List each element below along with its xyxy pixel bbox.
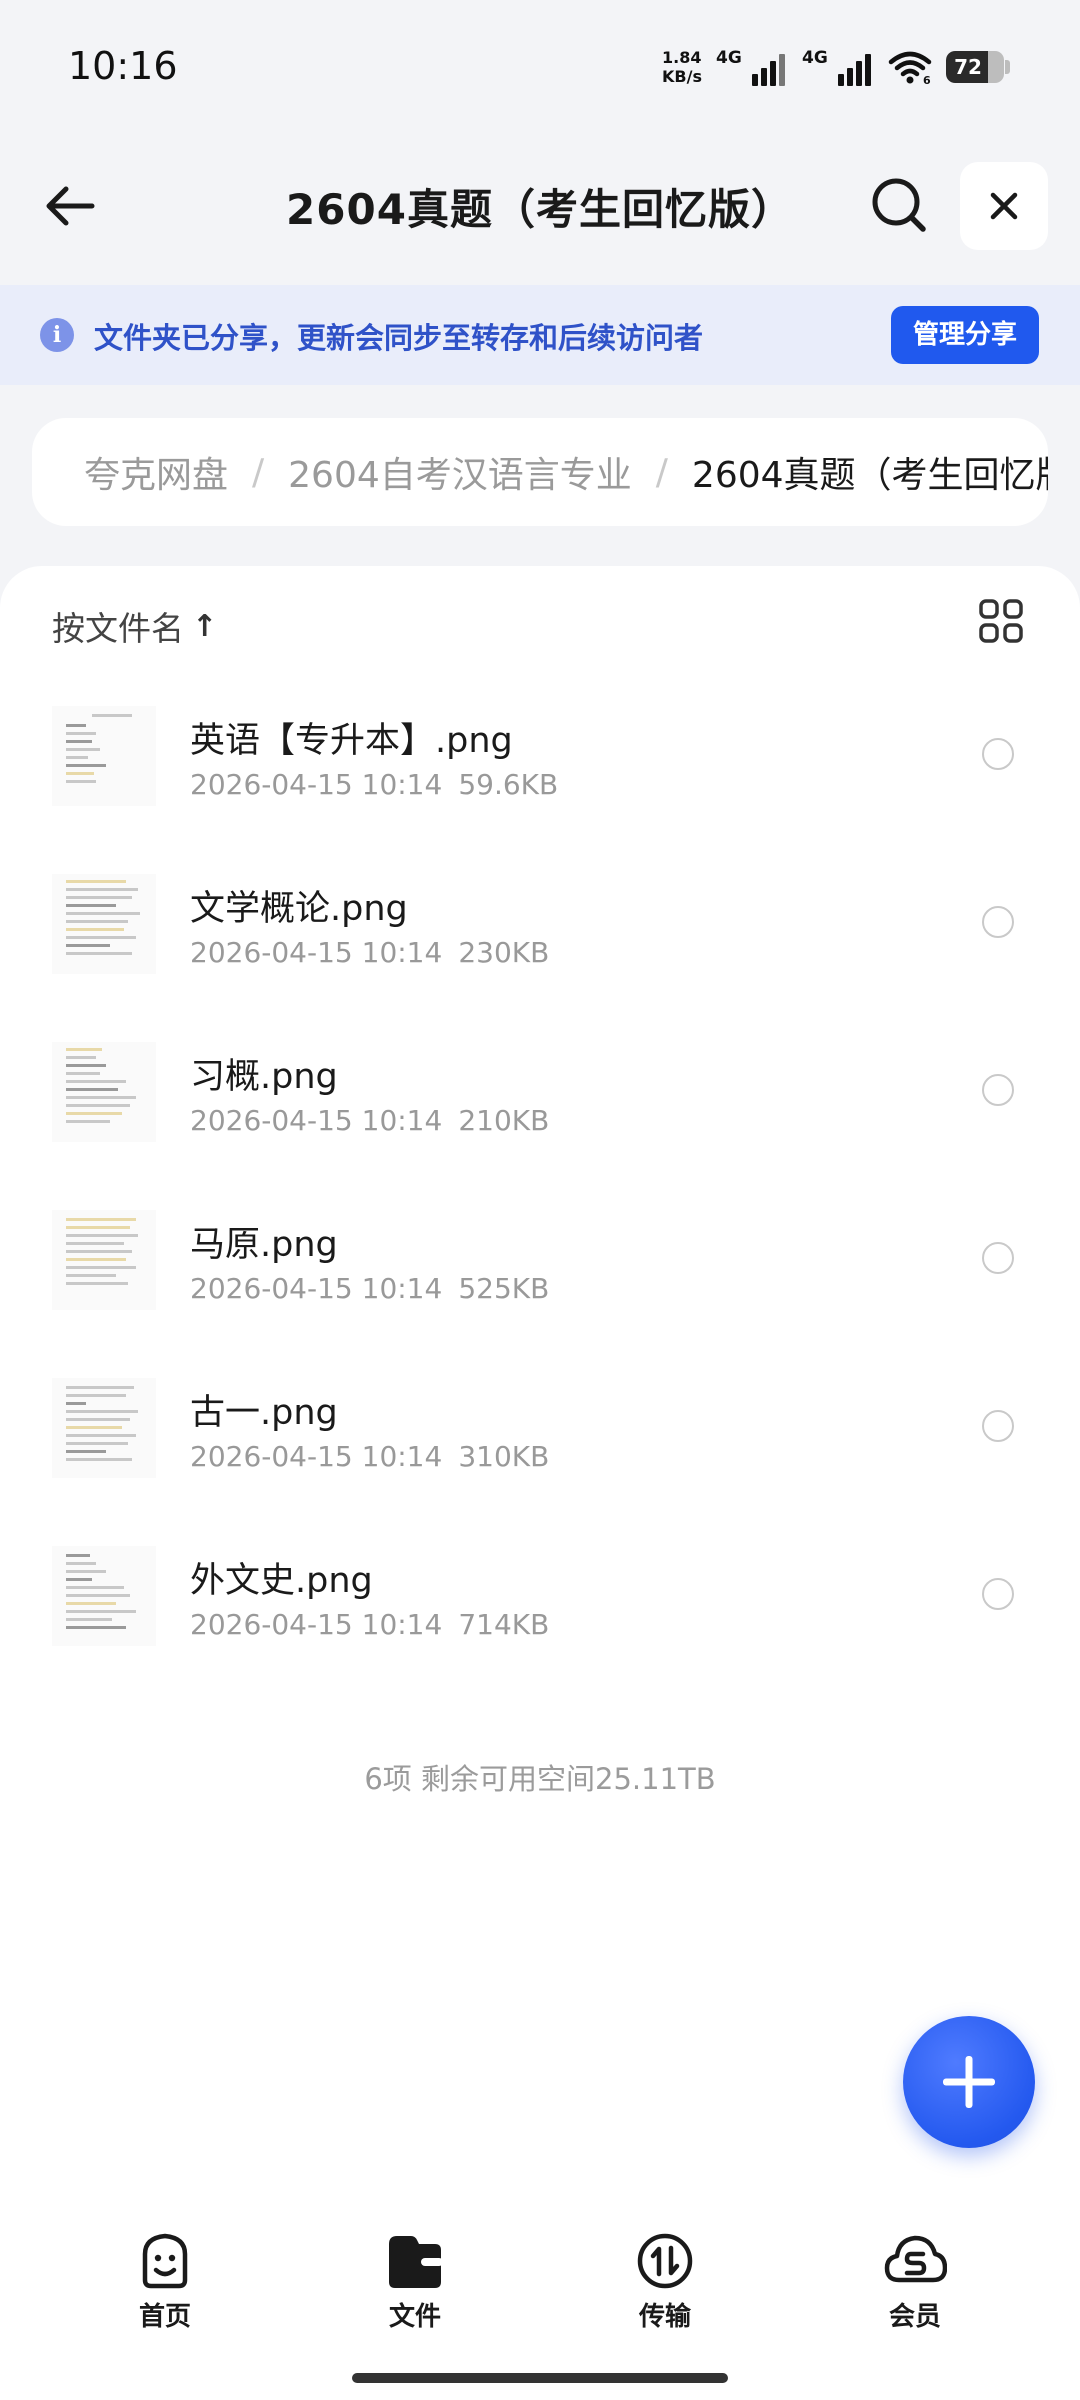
file-row[interactable]: 马原.png 2026-04-15 10:14 525KB [0,1190,1080,1358]
sort-label: 按文件名 [52,609,184,648]
file-name: 习概.png [190,1057,338,1097]
share-notice-banner: i 文件夹已分享，更新会同步至转存和后续访问者 管理分享 [0,285,1080,385]
nav-item-transfer[interactable]: 传输 [580,2210,750,2340]
status-time: 10:16 [68,44,178,88]
manage-share-button[interactable]: 管理分享 [891,306,1039,364]
signal-type-label: 4G [716,48,742,68]
select-radio[interactable] [982,906,1014,938]
file-thumbnail [52,1546,156,1646]
info-icon: i [40,318,74,352]
file-size: 210KB [458,1104,550,1137]
breadcrumb-item-parent[interactable]: 2604自考汉语言专业 [288,446,632,498]
file-row[interactable]: 文学概论.png 2026-04-15 10:14 230KB [0,854,1080,1022]
storage-summary: 6项 剩余可用空间25.11TB [364,1762,716,1796]
wifi-icon: 6 [888,51,932,85]
home-indicator[interactable] [352,2373,728,2383]
file-meta: 2026-04-15 10:14 714KB [190,1608,549,1641]
file-row[interactable]: 习概.png 2026-04-15 10:14 210KB [0,1022,1080,1190]
nav-item-home[interactable]: 首页 [80,2210,250,2340]
file-thumbnail [52,1042,156,1142]
file-size: 525KB [458,1272,550,1305]
file-name: 马原.png [190,1225,338,1265]
file-meta: 2026-04-15 10:14 210KB [190,1104,549,1137]
nav-label: 文件 [388,2302,441,2332]
file-size: 714KB [458,1608,550,1641]
file-size: 310KB [458,1440,550,1473]
battery-icon: 72 [946,51,1004,83]
file-thumbnail [52,706,156,806]
file-date: 2026-04-15 10:14 [190,1608,443,1641]
battery-level: 72 [954,55,982,79]
file-date: 2026-04-15 10:14 [190,936,443,969]
file-size: 230KB [458,936,550,969]
network-speed: 1.84 KB/s [662,48,702,86]
file-row[interactable]: 外文史.png 2026-04-15 10:14 714KB [0,1526,1080,1694]
file-meta: 2026-04-15 10:14 525KB [190,1272,549,1305]
breadcrumb-item-current: 2604真题（考生回忆版） [691,455,1048,496]
wifi-badge: 6 [923,74,931,85]
bottom-navigation: 首页 文件 传输 会员 [0,2210,1080,2340]
select-radio[interactable] [982,1578,1014,1610]
add-fab-button[interactable] [903,2016,1035,2148]
close-icon [990,192,1018,220]
cloud-member-icon [884,2235,947,2283]
select-radio[interactable] [982,1410,1014,1442]
status-indicators: 1.84 KB/s 4G 4G 6 72 [662,46,1010,88]
nav-item-files[interactable]: 文件 [330,2210,500,2340]
file-date: 2026-04-15 10:14 [190,1440,443,1473]
select-radio[interactable] [982,1242,1014,1274]
file-name: 文学概论.png [190,889,408,929]
status-bar: 10:16 1.84 KB/s 4G 4G 6 72 [0,0,1080,140]
breadcrumb-separator: / [252,451,265,493]
share-notice-text: 文件夹已分享，更新会同步至转存和后续访问者 [94,321,704,355]
file-date: 2026-04-15 10:14 [190,1104,443,1137]
file-meta: 2026-04-15 10:14 310KB [190,1440,549,1473]
file-thumbnail [52,1378,156,1478]
nav-label: 首页 [138,2302,191,2332]
select-radio[interactable] [982,738,1014,770]
network-speed-value: 1.84 [662,48,702,67]
file-name: 古一.png [190,1393,338,1433]
file-date: 2026-04-15 10:14 [190,768,443,801]
folder-icon [389,2236,443,2288]
network-speed-unit: KB/s [662,67,702,86]
nav-label: 会员 [888,2302,941,2332]
file-thumbnail [52,874,156,974]
breadcrumb: 夸克网盘 / 2604自考汉语言专业 / 2604真题（考生回忆版） [32,418,1048,526]
select-radio[interactable] [982,1074,1014,1106]
close-button[interactable] [960,162,1048,250]
sort-ascending-icon: ↑ [192,608,218,644]
cellular-signal-icon: 4G [716,48,788,86]
smile-face-icon [142,2233,188,2289]
nav-item-member[interactable]: 会员 [830,2210,1000,2340]
cellular-signal-icon-2: 4G [802,48,874,86]
search-button[interactable] [866,172,932,238]
file-meta: 2026-04-15 10:14 230KB [190,936,549,969]
file-date: 2026-04-15 10:14 [190,1272,443,1305]
file-name: 外文史.png [190,1561,373,1601]
transfer-icon [637,2233,693,2289]
sort-by-name-button[interactable]: 按文件名 ↑ [52,602,217,650]
file-meta: 2026-04-15 10:14 59.6KB [190,768,558,801]
breadcrumb-item-root[interactable]: 夸克网盘 [84,446,228,498]
top-app-bar: 2604真题（考生回忆版） [0,150,1080,260]
file-thumbnail [52,1210,156,1310]
file-name: 英语【专升本】.png [190,721,513,761]
file-size: 59.6KB [458,768,559,801]
signal-type-label-2: 4G [802,48,828,68]
grid-view-icon[interactable] [978,598,1024,644]
breadcrumb-separator: / [655,451,668,493]
nav-label: 传输 [638,2302,691,2332]
search-icon [872,178,926,232]
file-row[interactable]: 古一.png 2026-04-15 10:14 310KB [0,1358,1080,1526]
file-row[interactable]: 英语【专升本】.png 2026-04-15 10:14 59.6KB [0,686,1080,854]
